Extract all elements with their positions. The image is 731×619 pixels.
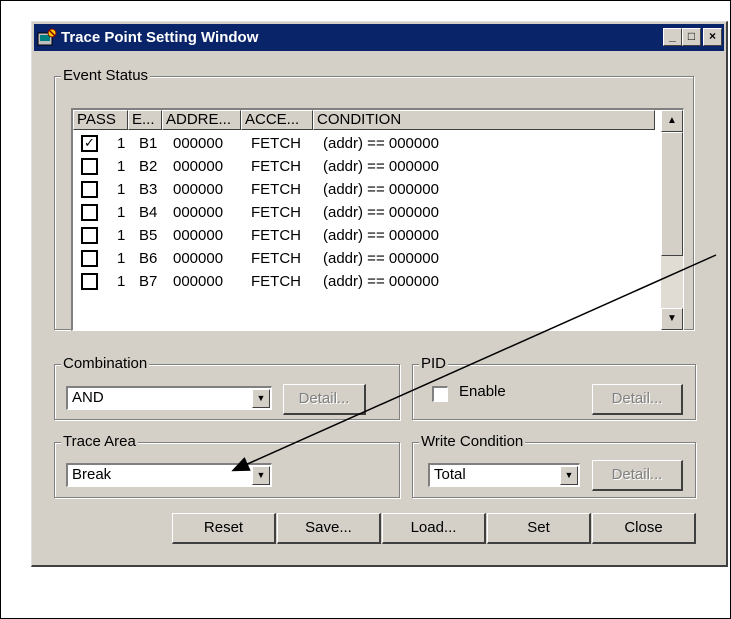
annotation-arrow <box>231 254 717 472</box>
